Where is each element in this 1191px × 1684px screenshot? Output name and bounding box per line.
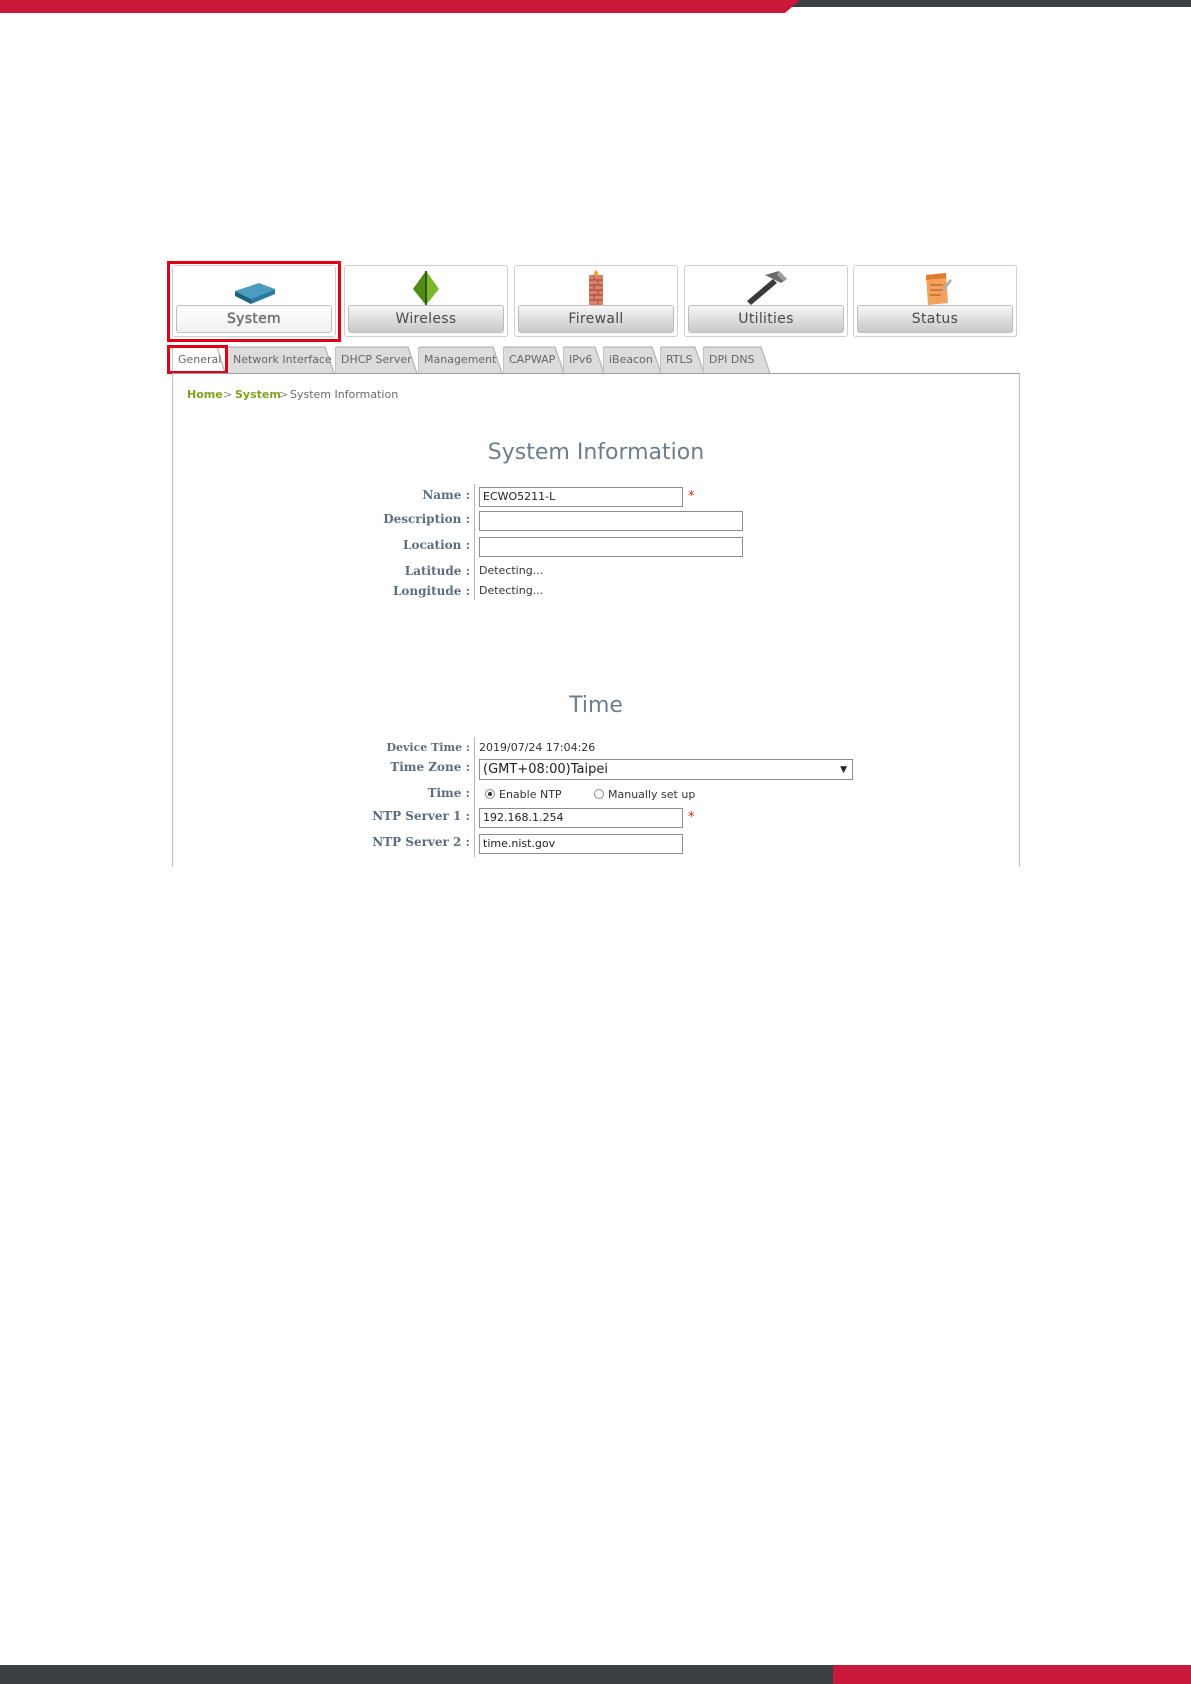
ntp-server-1-field[interactable]: 192.168.1.254 xyxy=(479,808,683,828)
tab-dpi-dns-label: DPI DNS xyxy=(709,353,755,366)
tab-capwap[interactable]: CAPWAP xyxy=(503,346,565,374)
required-mark: * xyxy=(688,489,695,504)
tab-management[interactable]: Management xyxy=(418,346,503,374)
longitude-value: Detecting... xyxy=(479,584,544,597)
ntp-server-1-label: NTP Server 1 : xyxy=(372,809,470,823)
dropdown-arrow-icon: ▼ xyxy=(840,765,847,775)
device-time-value: 2019/07/24 17:04:26 xyxy=(479,741,596,754)
breadcrumb-separator: > xyxy=(279,388,289,401)
tab-capwap-label: CAPWAP xyxy=(509,353,556,366)
latitude-label: Latitude : xyxy=(404,564,470,578)
location-field[interactable] xyxy=(479,537,743,557)
time-zone-selected: (GMT+08:00)Taipei xyxy=(483,762,608,777)
bottom-brand-bar xyxy=(0,1665,1191,1684)
tab-management-label: Management xyxy=(424,353,497,366)
system-highlight-box xyxy=(167,261,341,342)
nav-wireless-label: Wireless xyxy=(348,305,504,333)
tab-network-interface-label: Network Interface xyxy=(233,353,332,366)
notepad-icon xyxy=(926,273,952,305)
location-label: Location : xyxy=(403,538,470,552)
firewall-icon xyxy=(589,270,603,305)
breadcrumb-separator: > xyxy=(223,388,233,401)
required-mark: * xyxy=(688,810,695,825)
tab-dhcp-server[interactable]: DHCP Server xyxy=(335,346,418,374)
hammer-icon xyxy=(747,271,787,305)
enable-ntp-radio[interactable] xyxy=(485,789,495,799)
time-zone-label: Time Zone : xyxy=(390,760,470,774)
device-time-label: Device Time : xyxy=(386,741,470,754)
top-brand-bar xyxy=(0,0,1191,13)
nav-firewall[interactable]: Firewall xyxy=(514,265,678,337)
form-divider xyxy=(474,484,475,600)
ntp-server-2-label: NTP Server 2 : xyxy=(372,835,470,849)
form-divider xyxy=(474,737,475,857)
time-mode-label: Time : xyxy=(427,786,470,800)
description-label: Description : xyxy=(383,512,470,526)
tab-dhcp-server-label: DHCP Server xyxy=(341,353,412,366)
time-zone-select[interactable]: (GMT+08:00)Taipei ▼ xyxy=(479,759,853,780)
latitude-value: Detecting... xyxy=(479,564,544,577)
tab-network-interface[interactable]: Network Interface xyxy=(227,346,335,374)
manual-setup-radio[interactable] xyxy=(594,789,604,799)
nav-utilities-label: Utilities xyxy=(688,305,844,333)
tab-rtls-label: RTLS xyxy=(666,353,693,366)
manual-setup-label: Manually set up xyxy=(608,788,696,801)
nav-wireless[interactable]: Wireless xyxy=(344,265,508,337)
breadcrumb-system[interactable]: System xyxy=(235,388,281,402)
nav-status[interactable]: Status xyxy=(853,265,1017,337)
general-highlight-box xyxy=(167,345,228,374)
antenna-icon xyxy=(413,271,439,305)
ntp-server-2-field[interactable]: time.nist.gov xyxy=(479,834,683,854)
tab-dpi-dns[interactable]: DPI DNS xyxy=(703,346,771,374)
tab-ipv6[interactable]: IPv6 xyxy=(563,346,605,374)
breadcrumb-home[interactable]: Home xyxy=(187,388,223,402)
nav-firewall-label: Firewall xyxy=(518,305,674,333)
nav-status-label: Status xyxy=(857,305,1013,333)
radio-selected-dot xyxy=(488,792,492,796)
tab-rtls[interactable]: RTLS xyxy=(660,346,705,374)
name-label: Name : xyxy=(422,488,470,502)
breadcrumb-current: System Information xyxy=(290,388,399,401)
name-field[interactable]: ECWO5211-L xyxy=(479,487,683,507)
longitude-label: Longitude : xyxy=(392,584,470,598)
tab-ibeacon[interactable]: iBeacon xyxy=(603,346,662,374)
time-title: Time xyxy=(569,693,623,718)
system-information-title: System Information xyxy=(487,440,705,465)
description-field[interactable] xyxy=(479,511,743,531)
nav-utilities[interactable]: Utilities xyxy=(684,265,848,337)
tab-ibeacon-label: iBeacon xyxy=(609,353,653,366)
tab-ipv6-label: IPv6 xyxy=(569,353,593,366)
enable-ntp-label: Enable NTP xyxy=(499,788,562,801)
